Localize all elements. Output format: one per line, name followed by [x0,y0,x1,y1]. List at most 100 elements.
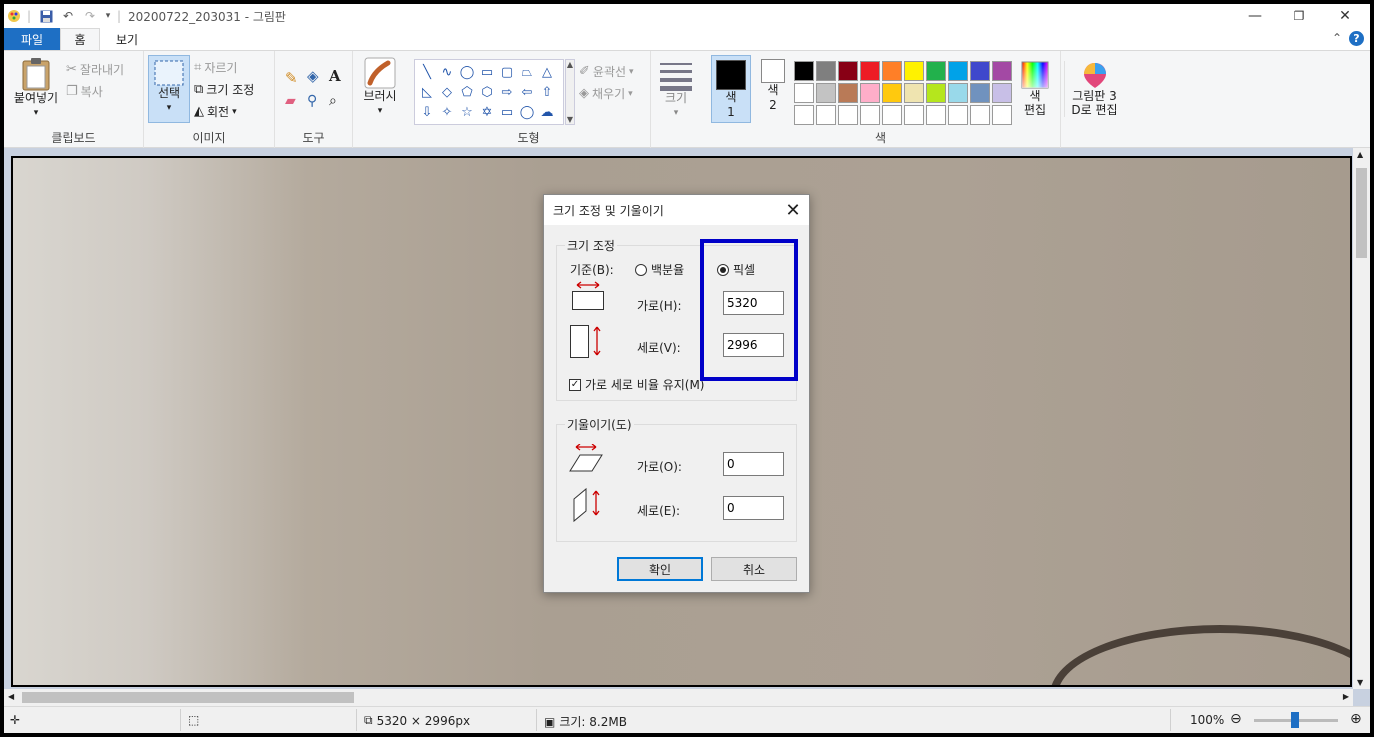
vertical-scrollbar[interactable]: ▲ ▼ [1353,148,1370,689]
skew-horizontal-input[interactable] [723,452,784,476]
color-swatch[interactable] [992,83,1012,103]
undo-icon[interactable]: ↶ [60,8,76,24]
redo-icon[interactable]: ↷ [82,8,98,24]
line-shape-icon[interactable]: ╲ [417,62,437,82]
triangle-shape-icon[interactable]: △ [537,62,557,82]
color-swatch[interactable] [882,105,902,125]
zoom-in-icon[interactable]: ⊕ [1350,711,1362,727]
scroll-down-icon[interactable]: ▼ [1357,678,1363,687]
copy-button[interactable]: ❐ 복사 [66,83,103,100]
scroll-right-icon[interactable]: ▶ [1343,692,1349,701]
keep-ratio-check[interactable]: ✓ [569,378,581,391]
color-swatch[interactable] [970,83,990,103]
color-swatch[interactable] [794,83,814,103]
paste-button[interactable]: 붙여넣기 ▾ [10,57,62,121]
color-swatch[interactable] [948,83,968,103]
color-swatch[interactable] [970,61,990,81]
color-swatch[interactable] [882,61,902,81]
dialog-close-button[interactable]: ✕ [781,198,805,222]
text-tool-icon[interactable]: A [329,67,341,85]
scroll-up-icon[interactable]: ▲ [1357,150,1363,159]
cancel-button[interactable]: 취소 [711,557,797,581]
shapes-scroll[interactable]: ▲ ▼ [565,59,575,125]
close-button[interactable]: ✕ [1322,4,1368,28]
collapse-ribbon-icon[interactable]: ⌃ [1332,31,1342,45]
size-button[interactable]: 크기 ▾ [657,61,695,121]
color-swatch[interactable] [816,105,836,125]
save-icon[interactable] [38,8,54,24]
color-palette[interactable] [794,61,1012,125]
color-swatch[interactable] [882,83,902,103]
color-swatch[interactable] [860,61,880,81]
color-swatch[interactable] [970,105,990,125]
four-point-star-shape-icon[interactable]: ✧ [437,102,457,122]
color-swatch[interactable] [860,83,880,103]
down-arrow-shape-icon[interactable]: ⇩ [417,102,437,122]
rounded-rectangle-shape-icon[interactable]: ▢ [497,62,517,82]
polygon-shape-icon[interactable]: ⏢ [517,62,537,82]
diamond-shape-icon[interactable]: ◇ [437,82,457,102]
oval-shape-icon[interactable]: ◯ [457,62,477,82]
edit-colors-button[interactable]: 색 편집 [1016,61,1054,117]
customize-qa-icon[interactable]: ▾ [102,8,114,24]
outline-button[interactable]: ✐ 윤곽선 ▾ [579,63,634,80]
color-swatch[interactable] [794,61,814,81]
five-point-star-shape-icon[interactable]: ☆ [457,102,477,122]
color-swatch[interactable] [838,83,858,103]
color-swatch[interactable] [926,105,946,125]
crop-button[interactable]: ⌗ 자르기 [194,59,237,76]
left-arrow-shape-icon[interactable]: ⇦ [517,82,537,102]
minimize-button[interactable]: — [1232,4,1278,28]
fill-button[interactable]: ◈ 채우기 ▾ [579,85,633,102]
horizontal-scrollbar[interactable]: ◀ ▶ [4,689,1353,706]
rectangle-shape-icon[interactable]: ▭ [477,62,497,82]
color-swatch[interactable] [860,105,880,125]
scroll-down-icon[interactable]: ▼ [567,115,573,124]
paint3d-button[interactable]: 그림판 3 D로 편집 [1064,61,1124,117]
callout-oval-shape-icon[interactable]: ◯ [517,102,537,122]
color-swatch[interactable] [838,61,858,81]
tab-home[interactable]: 홈 [60,28,100,50]
color-swatch[interactable] [904,83,924,103]
color-swatch[interactable] [838,105,858,125]
color-swatch[interactable] [926,83,946,103]
scroll-left-icon[interactable]: ◀ [8,692,14,701]
up-arrow-shape-icon[interactable]: ⇧ [537,82,557,102]
tab-view[interactable]: 보기 [104,28,150,50]
skew-vertical-input[interactable] [723,496,784,520]
color-swatch[interactable] [992,105,1012,125]
color2-button[interactable]: 색 2 [755,59,791,113]
select-button[interactable]: 선택 ▾ [148,55,190,123]
ok-button[interactable]: 확인 [617,557,703,581]
color-swatch[interactable] [816,83,836,103]
right-triangle-shape-icon[interactable]: ◺ [417,82,437,102]
fill-bucket-icon[interactable]: ◈ [307,67,319,85]
cut-button[interactable]: ✂ 잘라내기 [66,61,124,78]
restore-button[interactable]: ❐ [1276,4,1322,28]
percent-radio[interactable]: 백분율 [635,261,684,278]
magnifier-icon[interactable]: ⌕ [329,93,337,109]
pentagon-shape-icon[interactable]: ⬠ [457,82,477,102]
zoom-out-icon[interactable]: ⊖ [1230,711,1242,727]
resize-button[interactable]: ⧉ 크기 조정 [194,81,254,98]
horizontal-scroll-thumb[interactable] [22,692,354,703]
color1-button[interactable]: 색 1 [711,55,751,123]
scroll-up-icon[interactable]: ▲ [567,60,573,69]
brushes-button[interactable]: 브러시 ▾ [357,57,403,119]
tab-file[interactable]: 파일 [4,28,60,50]
rotate-button[interactable]: ◭ 회전 ▾ [194,103,237,120]
color-swatch[interactable] [926,61,946,81]
vertical-scroll-thumb[interactable] [1356,168,1367,258]
curve-shape-icon[interactable]: ∿ [437,62,457,82]
right-arrow-shape-icon[interactable]: ⇨ [497,82,517,102]
color-picker-icon[interactable]: ⚲ [307,93,317,109]
color-swatch[interactable] [948,61,968,81]
zoom-slider-thumb[interactable] [1291,712,1299,728]
eraser-icon[interactable]: ▰ [285,93,296,109]
callout-rect-shape-icon[interactable]: ▭ [497,102,517,122]
hexagon-shape-icon[interactable]: ⬡ [477,82,497,102]
color-swatch[interactable] [904,105,924,125]
color-swatch[interactable] [904,61,924,81]
percent-radio-dot[interactable] [635,263,647,276]
pencil-icon[interactable]: ✎ [285,69,298,87]
